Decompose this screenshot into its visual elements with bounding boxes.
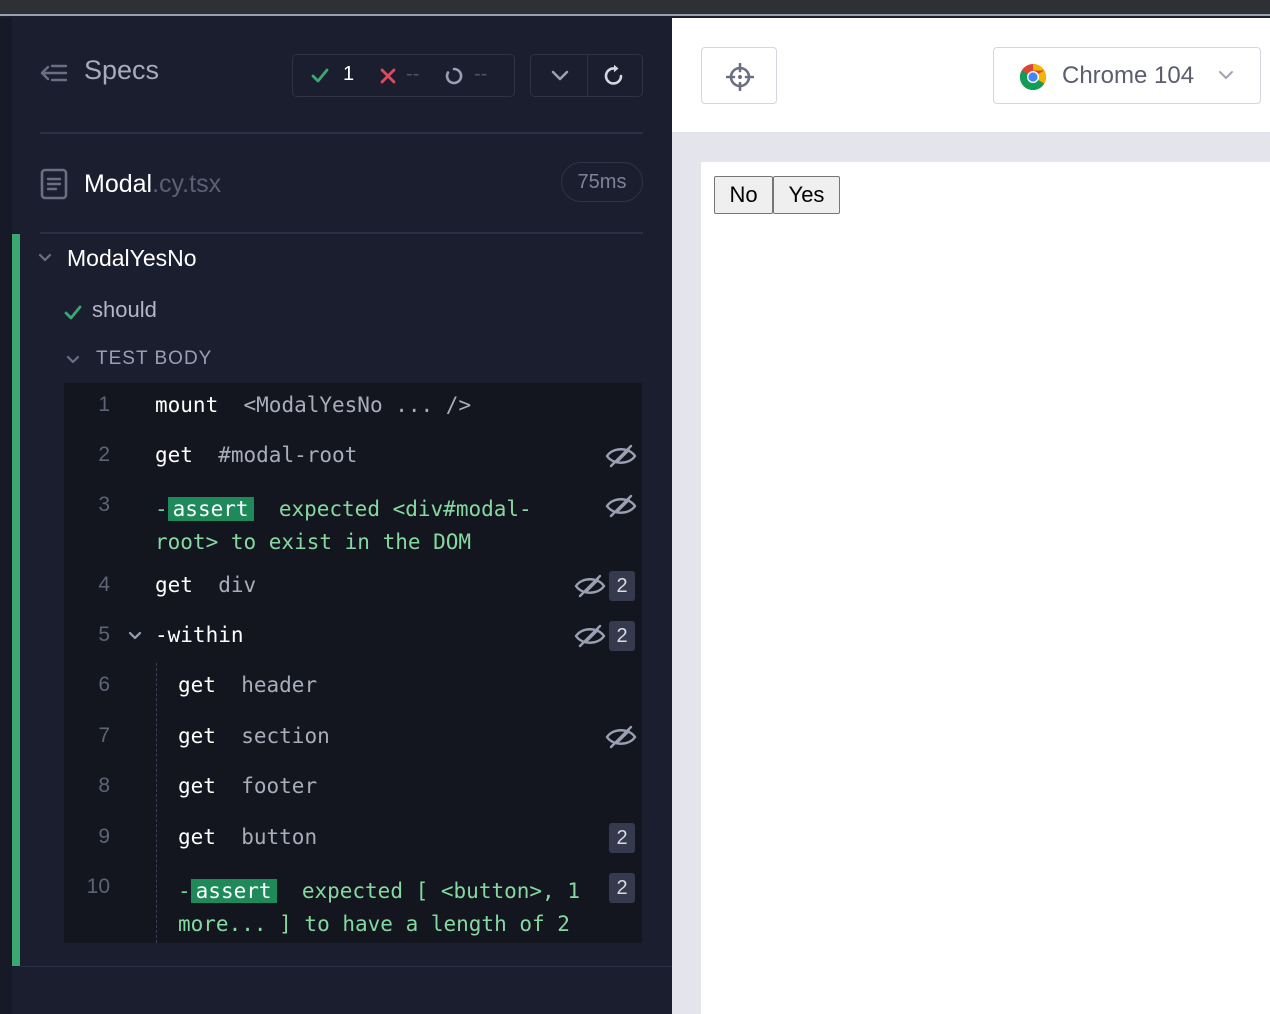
command-number: 4 — [98, 573, 110, 596]
spec-file-name[interactable]: Modal.cy.tsx — [84, 170, 221, 199]
command-number: 10 — [86, 875, 110, 898]
passed-state-bar — [12, 234, 20, 966]
rerun-icon[interactable] — [602, 64, 626, 88]
within-guide-line — [156, 663, 157, 943]
element-count-badge: 2 — [609, 823, 635, 853]
command-message: button — [241, 825, 318, 849]
check-icon — [64, 305, 82, 320]
command-indent-dash: - — [178, 879, 191, 903]
command-name: get — [155, 573, 193, 597]
preview-toolbar: Chrome 104 — [672, 18, 1270, 132]
button-separator — [587, 55, 588, 96]
hidden-eye-icon — [574, 624, 606, 648]
hidden-eye-icon — [605, 725, 637, 749]
yes-button[interactable]: Yes — [773, 176, 840, 214]
command-name: get — [178, 774, 216, 798]
element-count-badge: 2 — [609, 571, 635, 601]
command-message: section — [241, 724, 330, 748]
test-stats: 1 -- -- — [292, 54, 515, 97]
spec-file-basename: Modal — [84, 170, 153, 198]
command-name: get — [178, 673, 216, 697]
app-preview-panel: Chrome 104 No Yes — [672, 18, 1270, 1014]
suite-title: ModalYesNo — [67, 245, 197, 271]
command-message: <ModalYesNo ... /> — [243, 393, 472, 417]
bottom-divider — [20, 966, 672, 967]
command-name: mount — [155, 393, 219, 417]
element-count-badge: 2 — [609, 873, 635, 903]
pending-spinner-icon — [445, 67, 463, 85]
assert-message-line2: root> to exist in the DOM — [155, 530, 472, 554]
passed-count: 1 — [343, 63, 355, 85]
check-icon — [311, 68, 329, 83]
window-top-bar — [0, 0, 1270, 16]
crosshair-icon — [726, 63, 754, 91]
command-list: 1 mount <ModalYesNo ... /> 2 get #modal-… — [64, 383, 642, 943]
command-message: #modal-root — [218, 443, 358, 467]
command-name: get — [178, 825, 216, 849]
chevron-down-icon — [1219, 71, 1233, 79]
chevron-down-icon — [66, 355, 80, 364]
run-controls — [530, 54, 643, 97]
command-number: 6 — [98, 673, 110, 696]
no-button[interactable]: No — [714, 176, 773, 214]
command-number: 8 — [98, 774, 110, 797]
sidebar-edge — [0, 18, 12, 1014]
command-message: div — [218, 573, 257, 597]
chevron-down-icon — [38, 253, 52, 262]
hidden-eye-icon — [605, 494, 637, 518]
document-icon — [40, 168, 68, 200]
specs-header: Specs 1 -- -- — [40, 36, 643, 116]
element-count-badge: 2 — [609, 621, 635, 651]
selector-playground-button[interactable] — [701, 47, 777, 104]
spec-file-header: Modal.cy.tsx 75ms — [40, 160, 643, 210]
assert-message-line1: expected <div#modal- — [278, 497, 532, 521]
file-divider — [40, 232, 643, 234]
failed-count: -- — [406, 63, 420, 85]
command-number: 3 — [98, 493, 110, 516]
chrome-logo-icon — [1019, 63, 1047, 91]
browser-label: Chrome 104 — [1062, 62, 1195, 89]
specs-list-icon[interactable] — [40, 61, 68, 85]
command-number: 2 — [98, 443, 110, 466]
assert-badge: assert — [167, 497, 254, 521]
fail-x-icon — [380, 68, 396, 84]
assert-message-line1: expected [ <button>, 1 — [301, 879, 580, 903]
app-under-test-frame: No Yes — [701, 162, 1270, 1014]
command-name: -within — [155, 623, 244, 647]
browser-selector[interactable]: Chrome 104 — [993, 47, 1261, 104]
command-message: header — [241, 673, 318, 697]
pending-count: -- — [474, 63, 488, 85]
header-divider — [40, 132, 643, 134]
command-number: 9 — [98, 825, 110, 848]
assert-message-line2: more... ] to have a length of 2 — [178, 912, 570, 936]
spec-duration: 75ms — [561, 162, 643, 202]
command-message: footer — [241, 774, 318, 798]
assert-badge: assert — [190, 879, 277, 903]
hidden-eye-icon — [605, 444, 637, 468]
chevron-down-icon[interactable] — [550, 69, 570, 83]
test-body-label: TEST BODY — [96, 348, 213, 369]
command-number: 7 — [98, 724, 110, 747]
command-number: 1 — [98, 393, 110, 416]
command-number: 5 — [98, 623, 110, 646]
command-name: get — [155, 443, 193, 467]
command-indent-dash: - — [155, 497, 168, 521]
spec-file-extension: .cy.tsx — [152, 170, 222, 198]
command-name: get — [178, 724, 216, 748]
specs-title[interactable]: Specs — [84, 55, 159, 86]
chevron-down-icon[interactable] — [128, 631, 142, 641]
hidden-eye-icon — [574, 574, 606, 598]
test-title: should — [92, 297, 157, 322]
